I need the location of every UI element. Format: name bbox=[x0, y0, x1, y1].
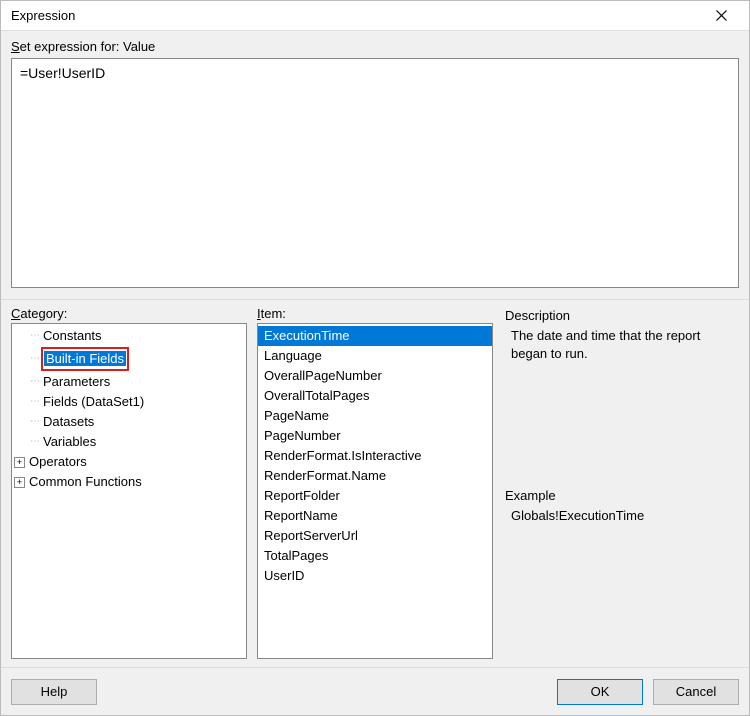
tree-row[interactable]: ⋯Built-in Fields bbox=[12, 346, 246, 372]
tree-label: Operators bbox=[27, 453, 89, 471]
example-panel: Example Globals!ExecutionTime bbox=[503, 486, 739, 660]
tree-row[interactable]: ⋯Parameters bbox=[12, 372, 246, 392]
description-header: Description bbox=[505, 308, 737, 323]
item-label: Item: bbox=[257, 306, 493, 323]
tree-expander-icon[interactable]: + bbox=[14, 477, 25, 488]
tree-tick-icon: ⋯ bbox=[27, 327, 41, 345]
list-item[interactable]: PageName bbox=[258, 406, 492, 426]
tree-expander-icon bbox=[14, 377, 25, 388]
list-item[interactable]: ExecutionTime bbox=[258, 326, 492, 346]
list-item[interactable]: Language bbox=[258, 346, 492, 366]
dialog-footer: Help OK Cancel bbox=[1, 667, 749, 715]
list-item[interactable]: RenderFormat.Name bbox=[258, 466, 492, 486]
item-column: Item: ExecutionTimeLanguageOverallPageNu… bbox=[257, 306, 493, 659]
list-item[interactable]: PageNumber bbox=[258, 426, 492, 446]
window-title: Expression bbox=[9, 8, 75, 23]
list-item[interactable]: TotalPages bbox=[258, 546, 492, 566]
footer-right-group: OK Cancel bbox=[557, 679, 739, 705]
titlebar: Expression bbox=[1, 1, 749, 31]
tree-expander-icon[interactable]: + bbox=[14, 457, 25, 468]
tree-row[interactable]: +Common Functions bbox=[12, 472, 246, 492]
category-label: Category: bbox=[11, 306, 247, 323]
tree-tick-icon: ⋯ bbox=[27, 350, 41, 368]
browser-section: Category: ⋯Constants⋯Built-in Fields⋯Par… bbox=[1, 300, 749, 667]
cancel-button[interactable]: Cancel bbox=[653, 679, 739, 705]
list-item[interactable]: ReportFolder bbox=[258, 486, 492, 506]
info-column: Description The date and time that the r… bbox=[503, 306, 739, 659]
tree-label: Datasets bbox=[41, 413, 96, 431]
list-item[interactable]: UserID bbox=[258, 566, 492, 586]
close-icon bbox=[716, 10, 727, 21]
tree-row[interactable]: +Operators bbox=[12, 452, 246, 472]
expression-dialog: Expression Set expression for: Value Cat… bbox=[0, 0, 750, 716]
tree-tick-icon: ⋯ bbox=[27, 413, 41, 431]
tree-label: Variables bbox=[41, 433, 98, 451]
highlight-box: Built-in Fields bbox=[41, 347, 129, 371]
tree-label: Common Functions bbox=[27, 473, 144, 491]
tree-tick-icon: ⋯ bbox=[27, 393, 41, 411]
expression-edit-section: Set expression for: Value bbox=[1, 31, 749, 300]
tree-expander-icon bbox=[14, 354, 25, 365]
list-item[interactable]: ReportServerUrl bbox=[258, 526, 492, 546]
tree-label: Fields (DataSet1) bbox=[41, 393, 146, 411]
tree-expander-icon bbox=[14, 331, 25, 342]
tree-row[interactable]: ⋯Variables bbox=[12, 432, 246, 452]
example-body: Globals!ExecutionTime bbox=[505, 507, 737, 525]
tree-row[interactable]: ⋯Datasets bbox=[12, 412, 246, 432]
tree-tick-icon: ⋯ bbox=[27, 373, 41, 391]
tree-expander-icon bbox=[14, 437, 25, 448]
list-item[interactable]: OverallPageNumber bbox=[258, 366, 492, 386]
tree-row[interactable]: ⋯Fields (DataSet1) bbox=[12, 392, 246, 412]
tree-expander-icon bbox=[14, 397, 25, 408]
list-item[interactable]: OverallTotalPages bbox=[258, 386, 492, 406]
item-list[interactable]: ExecutionTimeLanguageOverallPageNumberOv… bbox=[257, 323, 493, 659]
set-expression-label: Set expression for: Value bbox=[11, 37, 739, 58]
close-button[interactable] bbox=[701, 2, 741, 30]
category-tree[interactable]: ⋯Constants⋯Built-in Fields⋯Parameters⋯Fi… bbox=[11, 323, 247, 659]
category-column: Category: ⋯Constants⋯Built-in Fields⋯Par… bbox=[11, 306, 247, 659]
ok-button[interactable]: OK bbox=[557, 679, 643, 705]
tree-tick-icon: ⋯ bbox=[27, 433, 41, 451]
tree-label: Parameters bbox=[41, 373, 112, 391]
tree-label: Constants bbox=[41, 327, 104, 345]
tree-row[interactable]: ⋯Constants bbox=[12, 326, 246, 346]
expression-input[interactable] bbox=[11, 58, 739, 288]
tree-label: Built-in Fields bbox=[44, 351, 126, 366]
tree-expander-icon bbox=[14, 417, 25, 428]
description-body: The date and time that the report began … bbox=[505, 327, 737, 362]
help-button[interactable]: Help bbox=[11, 679, 97, 705]
list-item[interactable]: RenderFormat.IsInteractive bbox=[258, 446, 492, 466]
example-header: Example bbox=[505, 488, 737, 503]
list-item[interactable]: ReportName bbox=[258, 506, 492, 526]
description-panel: Description The date and time that the r… bbox=[503, 306, 739, 480]
